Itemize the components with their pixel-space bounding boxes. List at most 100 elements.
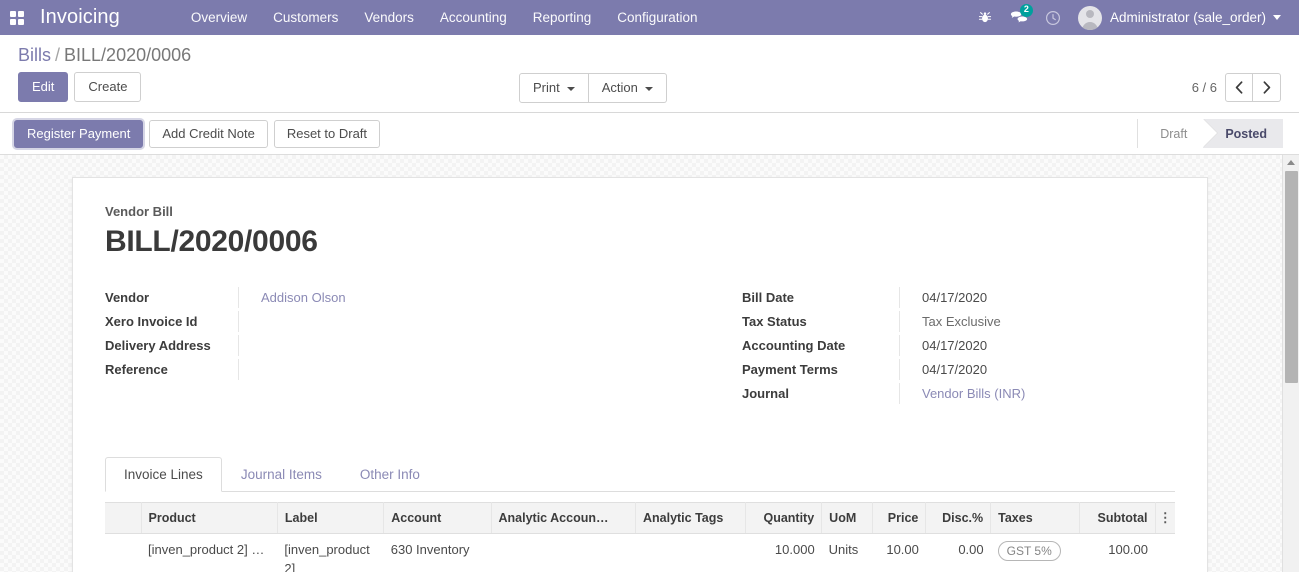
main-menu: Overview Customers Vendors Accounting Re…	[178, 1, 711, 34]
field-label-bill-date: Bill Date	[742, 287, 900, 308]
column-header-analytic-tags[interactable]: Analytic Tags	[635, 502, 747, 534]
field-value-journal[interactable]: Vendor Bills (INR)	[900, 383, 1025, 404]
menu-item-customers[interactable]: Customers	[260, 1, 351, 34]
user-avatar	[1077, 5, 1102, 30]
field-label-payment-terms: Payment Terms	[742, 359, 900, 380]
scroll-up-button[interactable]	[1283, 155, 1299, 170]
field-label-xero-invoice-id: Xero Invoice Id	[105, 311, 239, 332]
field-label-tax-status: Tax Status	[742, 311, 900, 332]
field-value-accounting-date[interactable]: 04/17/2020	[900, 335, 987, 356]
field-label-accounting-date: Accounting Date	[742, 335, 900, 356]
status-badge: GST 5%	[997, 541, 1061, 561]
cell-account[interactable]: 630 Inventory	[383, 533, 491, 572]
apps-grid-icon	[10, 10, 24, 25]
column-header-taxes[interactable]: Taxes	[990, 502, 1081, 534]
field-payment-terms: Payment Terms 04/17/2020	[742, 359, 1175, 383]
print-dropdown-button[interactable]: Print	[519, 73, 589, 103]
column-header-uom[interactable]: UoM	[821, 502, 873, 534]
field-label-delivery-address: Delivery Address	[105, 335, 239, 356]
scrollbar-thumb[interactable]	[1285, 171, 1298, 383]
page-title: BILL/2020/0006	[105, 225, 318, 258]
caret-down-icon	[644, 86, 653, 91]
table-row[interactable]: [inven_product 2] … [inven_product 2] in…	[105, 533, 1175, 572]
field-value-delivery-address[interactable]	[239, 335, 261, 341]
menu-item-overview[interactable]: Overview	[178, 1, 260, 34]
cell-product[interactable]: [inven_product 2] …	[141, 533, 278, 572]
triangle-up-icon	[1287, 160, 1295, 165]
clock-icon[interactable]	[1036, 0, 1070, 35]
form-fields: Vendor Addison Olson Xero Invoice Id Del…	[105, 287, 1175, 407]
table-header-row: Product Label Account Analytic Accoun… A…	[105, 502, 1175, 534]
column-options-button[interactable]: ⋮	[1155, 502, 1175, 534]
menu-item-vendors[interactable]: Vendors	[351, 1, 427, 34]
cell-quantity[interactable]: 10.000	[745, 533, 822, 572]
user-menu[interactable]: Administrator (sale_order)	[1070, 5, 1285, 30]
pager-previous-button[interactable]	[1225, 72, 1253, 102]
control-panel-actions: Edit Create Print Action 6 / 6	[14, 68, 1285, 112]
field-journal: Journal Vendor Bills (INR)	[742, 383, 1175, 407]
cell-analytic-account[interactable]	[491, 533, 636, 572]
dropdown-buttons: Print Action	[519, 73, 667, 103]
column-header-quantity[interactable]: Quantity	[745, 502, 823, 534]
top-navbar: Invoicing Overview Customers Vendors Acc…	[0, 0, 1299, 35]
field-value-xero-invoice-id[interactable]	[239, 311, 261, 317]
control-panel: Bills / BILL/2020/0006 Edit Create Print A…	[0, 35, 1299, 113]
menu-item-reporting[interactable]: Reporting	[520, 1, 605, 34]
column-header-analytic-account[interactable]: Analytic Accoun…	[491, 502, 636, 534]
breadcrumb-parent-bills[interactable]: Bills	[18, 45, 51, 65]
field-value-vendor[interactable]: Addison Olson	[239, 287, 346, 308]
create-button[interactable]: Create	[74, 72, 142, 102]
register-payment-button[interactable]: Register Payment	[14, 119, 144, 148]
caret-down-icon	[566, 86, 575, 91]
column-header-discount[interactable]: Disc.%	[925, 502, 992, 534]
app-brand-invoicing[interactable]: Invoicing	[34, 6, 130, 29]
cell-handle[interactable]	[105, 533, 141, 572]
field-xero-invoice-id: Xero Invoice Id	[105, 311, 600, 335]
status-stages: Draft Posted	[1137, 119, 1283, 148]
column-header-label[interactable]: Label	[277, 502, 385, 534]
action-dropdown-button[interactable]: Action	[588, 73, 667, 103]
vertical-scrollbar[interactable]	[1282, 155, 1299, 572]
navbar-right-tools: 2 Administrator (sale_order)	[968, 0, 1299, 35]
messages-badge: 2	[1019, 4, 1033, 17]
record-buttons: Edit Create	[18, 72, 142, 102]
edit-button[interactable]: Edit	[18, 72, 69, 102]
invoice-lines-table: Product Label Account Analytic Accoun… A…	[105, 502, 1175, 572]
menu-item-accounting[interactable]: Accounting	[427, 1, 520, 34]
cell-taxes[interactable]: GST 5%	[990, 533, 1080, 572]
cell-subtotal[interactable]: 100.00	[1079, 533, 1155, 572]
cell-label[interactable]: [inven_product 2] inven_product	[277, 533, 384, 572]
pager: 6 / 6	[1192, 72, 1281, 102]
column-header-subtotal[interactable]: Subtotal	[1079, 502, 1156, 534]
vertical-dots-icon: ⋮	[1158, 510, 1172, 525]
field-bill-date: Bill Date 04/17/2020	[742, 287, 1175, 311]
column-header-product[interactable]: Product	[141, 502, 278, 534]
tab-journal-items[interactable]: Journal Items	[222, 457, 341, 492]
column-header-account[interactable]: Account	[383, 502, 492, 534]
add-credit-note-button[interactable]: Add Credit Note	[149, 119, 268, 148]
field-value-reference[interactable]	[239, 359, 261, 365]
tab-other-info[interactable]: Other Info	[341, 457, 439, 492]
field-value-payment-terms[interactable]: 04/17/2020	[900, 359, 987, 380]
field-value-tax-status[interactable]: Tax Exclusive	[900, 311, 1001, 332]
reset-to-draft-button[interactable]: Reset to Draft	[273, 119, 381, 148]
document-type-label: Vendor Bill	[105, 204, 173, 219]
cell-price[interactable]: 10.00	[872, 533, 926, 572]
pager-next-button[interactable]	[1253, 72, 1281, 102]
field-accounting-date: Accounting Date 04/17/2020	[742, 335, 1175, 359]
column-header-price[interactable]: Price	[872, 502, 927, 534]
stage-draft[interactable]: Draft	[1138, 119, 1219, 148]
field-value-bill-date[interactable]: 04/17/2020	[900, 287, 987, 308]
bug-icon[interactable]	[968, 0, 1002, 35]
field-label-reference: Reference	[105, 359, 239, 380]
action-label: Action	[601, 80, 638, 95]
form-fields-right: Bill Date 04/17/2020 Tax Status Tax Excl…	[640, 287, 1175, 407]
cell-uom[interactable]: Units	[821, 533, 873, 572]
cell-discount[interactable]: 0.00	[925, 533, 991, 572]
field-reference: Reference	[105, 359, 600, 383]
cell-analytic-tags[interactable]	[635, 533, 746, 572]
chat-bubbles-icon[interactable]: 2	[1002, 0, 1036, 35]
menu-item-configuration[interactable]: Configuration	[604, 1, 710, 34]
tab-invoice-lines[interactable]: Invoice Lines	[105, 457, 222, 492]
apps-menu-button[interactable]	[0, 0, 34, 35]
